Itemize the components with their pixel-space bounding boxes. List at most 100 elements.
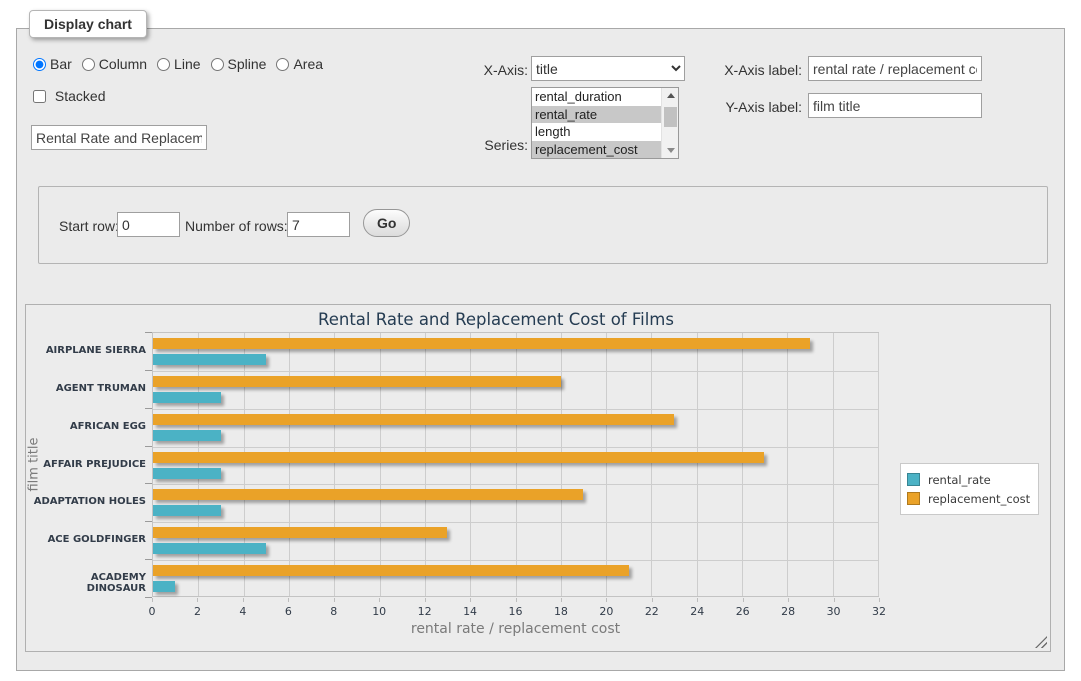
x-tick-label: 4 bbox=[223, 605, 263, 618]
chart-x-axis-title: rental rate / replacement cost bbox=[152, 621, 879, 637]
series-option-length[interactable]: length bbox=[532, 123, 661, 141]
bar-rental_rate bbox=[153, 468, 221, 479]
chart-type-radio-line[interactable]: Line bbox=[157, 56, 200, 72]
number-of-rows-label: Number of rows: bbox=[185, 218, 288, 234]
legend-label: replacement_cost bbox=[928, 492, 1030, 506]
scroll-up-icon[interactable] bbox=[662, 88, 679, 103]
x-tick-mark bbox=[879, 598, 880, 602]
bar-replacement_cost bbox=[153, 414, 674, 425]
x-tick-label: 2 bbox=[177, 605, 217, 618]
radio-bar[interactable] bbox=[33, 58, 46, 71]
radio-column[interactable] bbox=[82, 58, 95, 71]
series-option-rental_rate[interactable]: rental_rate bbox=[532, 106, 661, 124]
display-chart-panel: Display chart BarColumnLineSplineArea St… bbox=[16, 28, 1065, 671]
radio-area[interactable] bbox=[276, 58, 289, 71]
gridline bbox=[606, 333, 607, 596]
gridline bbox=[425, 333, 426, 596]
series-multiselect[interactable]: rental_durationrental_ratelengthreplacem… bbox=[531, 87, 679, 159]
radio-spline[interactable] bbox=[211, 58, 224, 71]
bar-replacement_cost bbox=[153, 376, 561, 387]
x-tick-label: 18 bbox=[541, 605, 581, 618]
chart-type-radio-group: Bar Column Line Spline Area bbox=[33, 56, 333, 72]
gridline bbox=[516, 333, 517, 596]
x-tick-label: 16 bbox=[496, 605, 536, 618]
chart-title: Rental Rate and Replacement Cost of Film… bbox=[26, 310, 966, 329]
gridline bbox=[878, 333, 879, 596]
x-tick-label: 8 bbox=[314, 605, 354, 618]
x-axis-select[interactable]: title bbox=[531, 56, 685, 81]
rows-form-panel: Start row: Number of rows: Go bbox=[38, 186, 1048, 264]
category-label: ADAPTATION HOLES bbox=[30, 496, 146, 507]
panel-title: Display chart bbox=[29, 10, 147, 38]
number-of-rows-input[interactable] bbox=[287, 212, 350, 237]
y-axis-label-input[interactable] bbox=[808, 93, 982, 118]
x-tick-mark bbox=[470, 598, 471, 602]
x-tick-mark bbox=[652, 598, 653, 602]
gridline bbox=[198, 333, 199, 596]
legend-item-replacement_cost: replacement_cost bbox=[907, 490, 1030, 507]
y-tick-mark bbox=[145, 408, 152, 409]
legend-swatch-replacement_cost bbox=[907, 492, 920, 505]
gridline bbox=[244, 333, 245, 596]
bar-rental_rate bbox=[153, 354, 266, 365]
stacked-checkbox[interactable] bbox=[33, 90, 46, 103]
legend-item-rental_rate: rental_rate bbox=[907, 471, 1030, 488]
radio-label: Line bbox=[174, 56, 200, 72]
x-tick-mark bbox=[561, 598, 562, 602]
x-tick-mark bbox=[516, 598, 517, 602]
gridline bbox=[380, 333, 381, 596]
series-scrollbar[interactable] bbox=[661, 88, 678, 158]
y-tick-mark bbox=[145, 332, 152, 333]
go-button[interactable]: Go bbox=[363, 209, 410, 237]
bar-rental_rate bbox=[153, 581, 175, 592]
radio-label: Bar bbox=[50, 56, 72, 72]
x-tick-label: 20 bbox=[586, 605, 626, 618]
chart-type-radio-bar[interactable]: Bar bbox=[33, 56, 72, 72]
chart-type-radio-column[interactable]: Column bbox=[82, 56, 147, 72]
scroll-down-icon[interactable] bbox=[662, 143, 679, 158]
bar-replacement_cost bbox=[153, 489, 583, 500]
x-tick-mark bbox=[334, 598, 335, 602]
y-tick-mark bbox=[145, 370, 152, 371]
gridline bbox=[153, 447, 878, 448]
x-tick-mark bbox=[243, 598, 244, 602]
gridline bbox=[334, 333, 335, 596]
y-tick-mark bbox=[145, 559, 152, 560]
start-row-input[interactable] bbox=[117, 212, 180, 237]
x-tick-label: 32 bbox=[859, 605, 899, 618]
x-tick-label: 10 bbox=[359, 605, 399, 618]
series-option-rental_duration[interactable]: rental_duration bbox=[532, 88, 661, 106]
category-label: ACE GOLDFINGER bbox=[30, 534, 146, 545]
bar-rental_rate bbox=[153, 430, 221, 441]
stacked-label-wrap[interactable]: Stacked bbox=[33, 88, 105, 104]
gridline bbox=[787, 333, 788, 596]
bar-replacement_cost bbox=[153, 565, 629, 576]
y-tick-mark bbox=[145, 446, 152, 447]
x-axis-label-input[interactable] bbox=[808, 56, 982, 81]
start-row-label: Start row: bbox=[59, 218, 119, 234]
x-tick-mark bbox=[425, 598, 426, 602]
series-option-replacement_cost[interactable]: replacement_cost bbox=[532, 141, 661, 159]
x-tick-mark bbox=[197, 598, 198, 602]
radio-label: Spline bbox=[228, 56, 267, 72]
chart-type-radio-spline[interactable]: Spline bbox=[211, 56, 267, 72]
scrollbar-thumb[interactable] bbox=[664, 107, 677, 127]
x-tick-mark bbox=[697, 598, 698, 602]
gridline bbox=[651, 333, 652, 596]
chart-type-radio-area[interactable]: Area bbox=[276, 56, 323, 72]
gridline bbox=[289, 333, 290, 596]
legend-label: rental_rate bbox=[928, 473, 991, 487]
gridline bbox=[697, 333, 698, 596]
series-select-label: Series: bbox=[453, 137, 528, 153]
resize-handle-icon[interactable] bbox=[1035, 636, 1047, 648]
gridline bbox=[153, 522, 878, 523]
plot-area bbox=[152, 332, 879, 597]
chart-title-input[interactable] bbox=[31, 125, 207, 150]
x-tick-label: 26 bbox=[723, 605, 763, 618]
bar-replacement_cost bbox=[153, 338, 810, 349]
x-tick-label: 30 bbox=[814, 605, 854, 618]
legend-swatch-rental_rate bbox=[907, 473, 920, 486]
category-label: AGENT TRUMAN bbox=[30, 383, 146, 394]
gridline bbox=[153, 409, 878, 410]
radio-line[interactable] bbox=[157, 58, 170, 71]
